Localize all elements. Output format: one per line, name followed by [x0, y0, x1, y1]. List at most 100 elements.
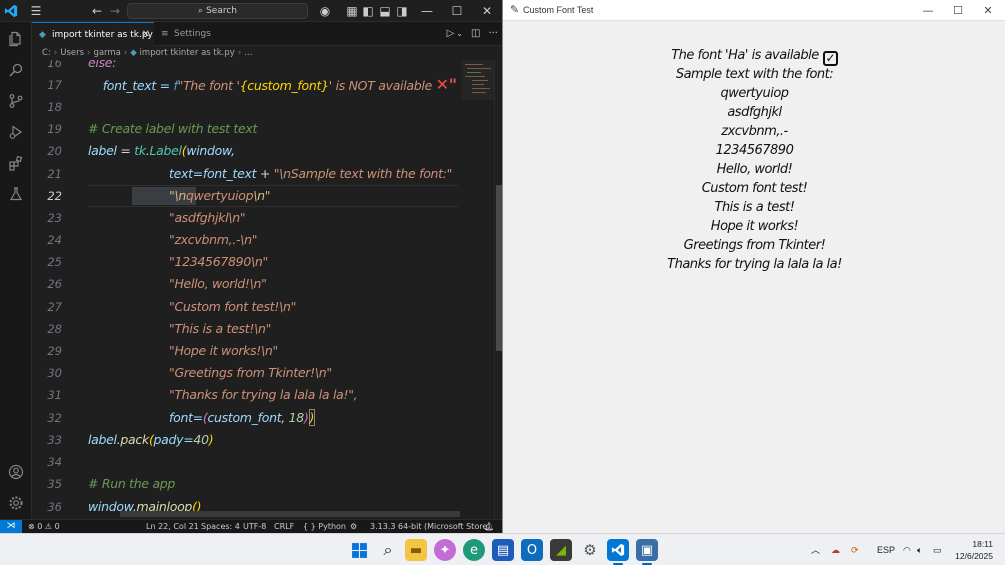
search-view-icon[interactable] [0, 55, 32, 85]
close-window-icon[interactable]: ✕ [480, 0, 494, 22]
wifi-icon[interactable]: ◠ [903, 534, 911, 565]
tab-label: import tkinter as tk.py [52, 30, 153, 40]
line-number: 29 [47, 344, 62, 358]
start-windows-icon[interactable] [348, 539, 370, 561]
settings-gear-icon[interactable]: ⚙ [579, 539, 601, 561]
sample-text-line: Sample text with the font: [675, 67, 834, 82]
breadcrumb-item[interactable]: garma [93, 48, 120, 58]
breadcrumb-item[interactable]: ... [244, 48, 252, 58]
edge-browser-icon[interactable]: e [463, 539, 485, 561]
sample-text-line: qwertyuiop [720, 86, 789, 101]
code-line: font=(custom_font, 18)) [169, 409, 316, 426]
extensions-icon[interactable] [0, 148, 32, 178]
breadcrumb-item[interactable]: C: [42, 48, 51, 58]
minimize-icon[interactable]: — [913, 0, 943, 21]
line-number: 25 [47, 255, 62, 269]
maximize-icon[interactable]: ☐ [450, 0, 464, 22]
code-line: # Run the app [88, 476, 176, 491]
toggle-sidebar-icon[interactable]: ◧ [362, 0, 374, 22]
volume-icon[interactable]: 🔈︎ [917, 534, 922, 565]
manage-gear-icon[interactable] [0, 488, 32, 518]
more-actions-icon[interactable]: ··· [488, 28, 498, 39]
indentation[interactable]: Spaces: 4 [201, 520, 240, 533]
source-control-icon[interactable] [0, 86, 32, 116]
copilot-app-icon[interactable]: ✦ [434, 539, 456, 561]
accounts-icon[interactable] [0, 457, 32, 487]
tab-settings[interactable]: ≡ Settings [154, 22, 234, 46]
font-status-line: The font 'Ha' is available ✓ [503, 46, 1005, 66]
tk-window: ✎ Custom Font Test — ☐ ✕ The font 'Ha' i… [502, 0, 1005, 533]
run-python-icon[interactable]: ▷ [447, 28, 455, 39]
activity-bar [0, 22, 32, 519]
code-line: else: [88, 60, 117, 70]
remote-indicator-icon[interactable]: ⋊ [0, 520, 22, 533]
status-bar: ⋊ ⊗ 0 ⚠ 0 Ln 22, Col 21 Spaces: 4 UTF-8 … [0, 519, 502, 533]
line-number: 24 [47, 233, 62, 247]
outlook-icon[interactable]: O [521, 539, 543, 561]
close-window-icon[interactable]: ✕ [973, 0, 1003, 21]
sample-text-line: Greetings from Tkinter! [683, 238, 826, 253]
notifications-bell-icon[interactable]: 🔔︎ [484, 520, 494, 533]
editor-tabs: ◆ import tkinter as tk.py ✕ ≡ Settings ▷… [32, 22, 502, 46]
tk-window-title: Custom Font Test [523, 5, 594, 15]
tab-close-icon[interactable]: ✕ [142, 23, 150, 47]
layout-customize-icon[interactable]: ▦ [346, 0, 358, 22]
toggle-secondary-sidebar-icon[interactable]: ◨ [396, 0, 408, 22]
minimize-icon[interactable]: — [420, 0, 434, 22]
maximize-icon[interactable]: ☐ [943, 0, 973, 21]
encoding[interactable]: UTF-8 [243, 520, 266, 533]
onedrive-status-icon[interactable]: ☁ [831, 534, 840, 565]
explorer-icon[interactable] [0, 24, 32, 54]
line-number: 20 [47, 144, 62, 158]
sample-text-line: Thanks for trying la lala la la! [667, 257, 842, 272]
split-editor-icon[interactable]: ◫ [471, 28, 480, 39]
python-interpreter[interactable]: 3.13.3 64-bit (Microsoft Store) [370, 520, 490, 533]
command-center-search[interactable]: ⌕ Search [127, 3, 308, 19]
file-explorer-icon[interactable]: ▬ [405, 539, 427, 561]
desktop: ☰ ← → ⌕ Search ◉ ▦ ◧ ⬓ ◨ — ☐ ✕ ◆ import … [0, 0, 1005, 565]
editor-actions: ▷ ⌄ ◫ ··· [439, 22, 498, 46]
tab-label: Settings [174, 29, 211, 39]
horizontal-scrollbar[interactable] [120, 511, 460, 517]
breadcrumb-item[interactable]: import tkinter as tk.py [140, 48, 235, 58]
breadcrumb-item[interactable]: Users [60, 48, 84, 58]
forward-arrow-icon[interactable]: → [108, 0, 122, 22]
line-number: 28 [47, 322, 62, 336]
vscode-taskbar-icon[interactable] [607, 539, 629, 565]
sample-text-line: 1234567890 [715, 143, 794, 158]
run-debug-icon[interactable] [0, 117, 32, 147]
input-language[interactable]: ESP [877, 534, 895, 565]
python-file-icon: ◆ [39, 30, 46, 40]
search-icon: ⌕ [198, 6, 204, 16]
code-line: "Custom font test!\n" [169, 299, 297, 314]
line-number: 26 [47, 277, 62, 291]
sync-icon[interactable]: ⟳ [851, 534, 859, 565]
cursor-position[interactable]: Ln 22, Col 21 [146, 520, 199, 533]
system-clock[interactable]: 18:11 12/6/2025 [955, 538, 993, 562]
battery-icon[interactable]: ▭ [933, 534, 942, 565]
language-mode[interactable]: { } Python [303, 520, 346, 533]
taskbar-search-icon[interactable]: ⌕ [377, 539, 399, 561]
python-file-icon: ◆ [130, 48, 140, 58]
code-line: # Create label with test text [88, 121, 258, 136]
problems-indicator[interactable]: ⊗ 0 ⚠ 0 [28, 520, 60, 533]
show-hidden-icons-chevron-icon[interactable]: ︿ [811, 534, 820, 565]
vertical-scrollbar[interactable] [494, 60, 502, 519]
tk-titlebar: ✎ Custom Font Test — ☐ ✕ [503, 0, 1005, 21]
tk-label: The font 'Ha' is available ✓ Sample text … [503, 46, 1005, 274]
nvidia-icon[interactable]: ◢ [550, 539, 572, 561]
menu-icon[interactable]: ☰ [28, 0, 44, 22]
code-editor[interactable]: 16 17 18 19 20 21 22 23 24 25 26 27 28 2… [32, 60, 502, 519]
run-options-chevron-icon[interactable]: ⌄ [456, 29, 463, 38]
minimap[interactable] [462, 60, 494, 100]
testing-flask-icon[interactable] [0, 179, 32, 209]
python-tk-taskbar-icon[interactable]: ▣ [636, 539, 658, 565]
copilot-icon[interactable]: ◉ [316, 0, 334, 22]
line-number: 17 [47, 78, 62, 92]
microsoft-store-icon[interactable]: ▤ [492, 539, 514, 561]
end-of-line[interactable]: CRLF [274, 520, 294, 533]
code-line: "\nqwertyuiop\n" [169, 188, 271, 203]
tab-main-file[interactable]: ◆ import tkinter as tk.py ✕ [32, 22, 154, 46]
back-arrow-icon[interactable]: ← [90, 0, 104, 22]
toggle-panel-icon[interactable]: ⬓ [379, 0, 391, 22]
